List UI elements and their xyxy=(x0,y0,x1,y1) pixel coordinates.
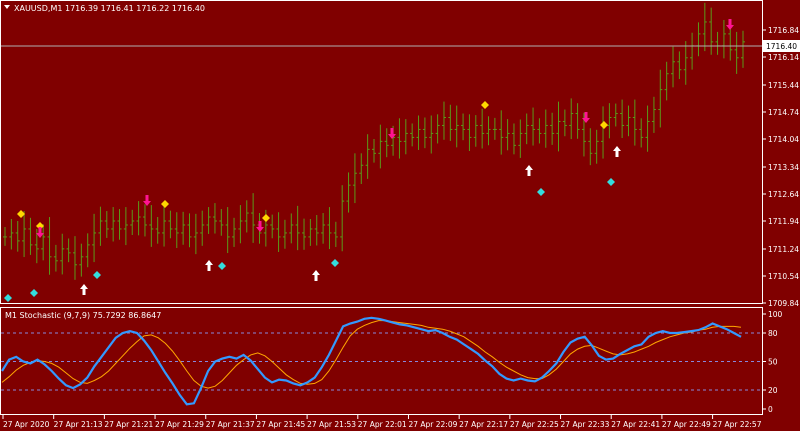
price-axis: 1716.84 1716.14 1715.44 1714.74 1714.04 1713.… xyxy=(762,26,799,308)
time-axis-label: 27 Apr 22:57 xyxy=(713,420,762,429)
price-axis-label: 1711.94 xyxy=(768,217,799,226)
indicator-axis-label: 20 xyxy=(768,386,778,395)
price-axis-label: 1714.04 xyxy=(768,135,799,144)
signal-markers xyxy=(4,19,734,302)
indicator-title: M1 Stochastic (9,7,9) 75.7292 86.8647 xyxy=(5,311,161,320)
time-axis-label: 27 Apr 2020 xyxy=(3,420,50,429)
price-axis-label: 1711.24 xyxy=(768,245,799,254)
time-axis-label: 27 Apr 22:25 xyxy=(510,420,559,429)
price-axis-label: 1716.84 xyxy=(768,26,799,35)
time-axis-label: 27 Apr 22:17 xyxy=(459,420,508,429)
sell-arrow-icon xyxy=(582,112,590,123)
diamond-marker-icon xyxy=(93,271,101,279)
time-axis-label: 27 Apr 22:01 xyxy=(358,420,407,429)
price-axis-label: 1712.64 xyxy=(768,190,799,199)
indicator-axis-label: 50 xyxy=(768,358,778,367)
indicator-axis: 100 80 50 20 0 xyxy=(762,310,783,414)
time-axis: 27 Apr 2020 27 Apr 21:13 27 Apr 21:21 27 Ap… xyxy=(2,415,762,429)
time-axis-label: 27 Apr 22:49 xyxy=(662,420,711,429)
buy-arrow-icon xyxy=(525,165,533,176)
diamond-marker-icon xyxy=(607,178,615,186)
diamond-marker-icon xyxy=(161,200,169,208)
stochastic-signal-line xyxy=(1,320,742,389)
diamond-marker-icon xyxy=(537,188,545,196)
time-axis-label: 27 Apr 22:09 xyxy=(408,420,457,429)
diamond-marker-icon xyxy=(600,121,608,129)
price-axis-label: 1710.54 xyxy=(768,272,799,281)
price-axis-label: 1709.84 xyxy=(768,299,799,308)
diamond-marker-icon xyxy=(4,294,12,302)
diamond-marker-icon xyxy=(481,101,489,109)
buy-arrow-icon xyxy=(205,260,213,271)
price-axis-label: 1715.44 xyxy=(768,81,799,90)
price-bars xyxy=(3,2,745,280)
indicator-axis-label: 0 xyxy=(768,405,773,414)
time-axis-label: 27 Apr 22:33 xyxy=(561,420,610,429)
sell-arrow-icon xyxy=(143,195,151,206)
indicator-axis-label: 80 xyxy=(768,329,778,338)
symbol-info-line: XAUUSD,M1 1716.39 1716.41 1716.22 1716.4… xyxy=(14,4,205,13)
time-axis-label: 27 Apr 21:37 xyxy=(206,420,255,429)
time-axis-label: 27 Apr 21:21 xyxy=(104,420,153,429)
chart-canvas[interactable]: 1716.84 1716.14 1715.44 1714.74 1714.04 1713.… xyxy=(0,0,800,431)
diamond-marker-icon xyxy=(218,262,226,270)
buy-arrow-icon xyxy=(312,270,320,281)
time-axis-label: 27 Apr 21:53 xyxy=(307,420,356,429)
buy-arrow-icon xyxy=(80,284,88,295)
time-axis-label: 27 Apr 21:29 xyxy=(155,420,204,429)
sell-arrow-icon xyxy=(256,221,264,232)
time-axis-label: 27 Apr 21:13 xyxy=(54,420,103,429)
price-axis-label: 1716.14 xyxy=(768,53,799,62)
buy-arrow-icon xyxy=(613,146,621,157)
current-price-label: 1716.40 xyxy=(766,42,797,51)
diamond-marker-icon xyxy=(331,259,339,267)
diamond-marker-icon xyxy=(30,289,38,297)
price-axis-label: 1714.74 xyxy=(768,108,799,117)
price-axis-label: 1713.34 xyxy=(768,163,799,172)
time-axis-label: 27 Apr 22:41 xyxy=(611,420,660,429)
trading-chart-window[interactable]: 1716.84 1716.14 1715.44 1714.74 1714.04 1713.… xyxy=(0,0,800,431)
time-axis-label: 27 Apr 21:45 xyxy=(256,420,305,429)
indicator-levels xyxy=(1,332,762,391)
stochastic-main-line xyxy=(1,316,742,406)
indicator-axis-label: 100 xyxy=(768,310,783,319)
diamond-marker-icon xyxy=(262,214,270,222)
sell-arrow-icon xyxy=(726,19,734,30)
triangle-down-icon[interactable] xyxy=(4,5,10,9)
